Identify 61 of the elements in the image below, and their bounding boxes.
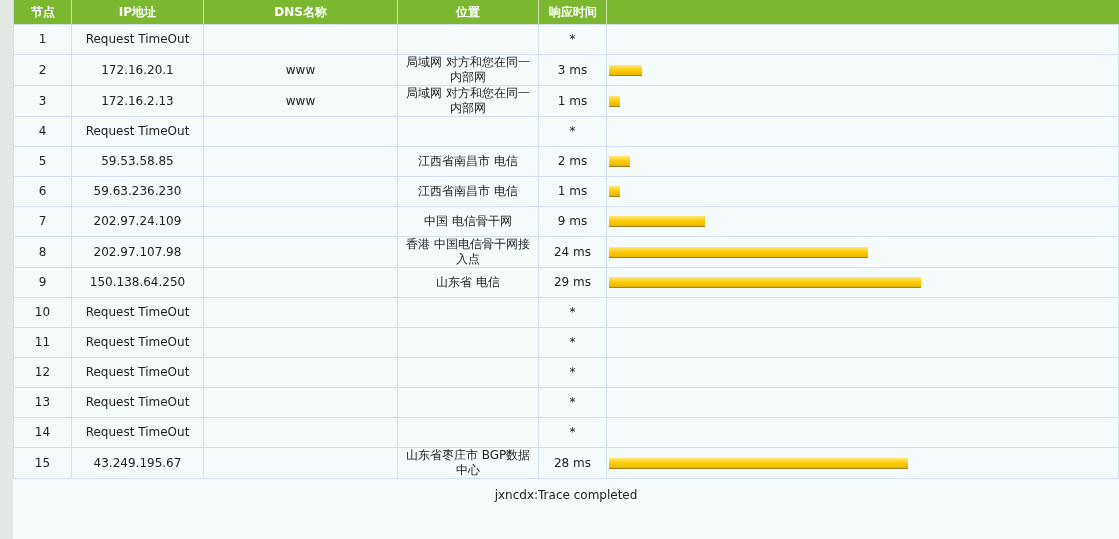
ip-address: 172.16.2.13 (101, 93, 174, 108)
hop-number: 10 (34, 305, 51, 319)
hop-number: 4 (38, 124, 47, 138)
ip-address: 202.97.107.98 (93, 244, 182, 259)
response-time: 2 ms (557, 154, 588, 168)
hop-number: 14 (34, 425, 51, 439)
response-time: 29 ms (554, 275, 591, 289)
ip-address: Request TimeOut (85, 365, 190, 379)
hop-number: 15 (34, 455, 51, 470)
response-time: * (569, 32, 576, 46)
column-header: 位置 (397, 0, 539, 25)
ip-address: 150.138.64.250 (89, 275, 186, 289)
hop-number: 3 (38, 93, 47, 108)
ip-address: Request TimeOut (85, 124, 190, 138)
response-time: * (569, 305, 576, 319)
location: 山东省枣庄市 BGP数据中心 (404, 448, 532, 478)
response-time: * (569, 124, 576, 138)
location: 香港 中国电信骨干网接入点 (405, 237, 531, 267)
response-time: 24 ms (554, 244, 591, 259)
ip-address: Request TimeOut (85, 305, 190, 319)
hop-number: 5 (38, 154, 47, 168)
ip-address: 59.53.58.85 (101, 154, 174, 168)
ip-address: Request TimeOut (85, 335, 190, 349)
hop-number: 7 (38, 214, 47, 228)
response-time: 3 ms (557, 62, 588, 77)
status-text: jxncdx:Trace completed (494, 488, 638, 502)
hop-number: 6 (38, 184, 47, 198)
ip-address: 59.63.236.230 (93, 184, 182, 198)
ip-address: Request TimeOut (85, 32, 190, 46)
ip-address: Request TimeOut (85, 395, 190, 409)
location: 中国 电信骨干网 (424, 214, 512, 229)
response-time: * (569, 395, 576, 409)
ip-address: Request TimeOut (85, 425, 190, 439)
column-header: IP地址 (71, 0, 204, 25)
response-time: 28 ms (554, 455, 591, 470)
hop-number: 12 (34, 365, 51, 379)
location: 局域网 对方和您在同一内部网 (405, 86, 531, 116)
dns-name: www (285, 62, 316, 77)
response-time: * (569, 425, 576, 439)
location: 江西省南昌市 电信 (418, 184, 518, 199)
response-time: 9 ms (557, 214, 588, 228)
response-time: * (569, 365, 576, 379)
response-time: 1 ms (557, 93, 588, 108)
column-header: DNS名称 (203, 0, 398, 25)
ip-address: 202.97.24.109 (93, 214, 182, 228)
ip-address: 43.249.195.67 (93, 455, 182, 470)
column-header: 节点 (13, 0, 72, 25)
location: 山东省 电信 (436, 275, 500, 290)
response-time: 1 ms (557, 184, 588, 198)
hop-number: 8 (38, 244, 47, 259)
hop-number: 2 (38, 62, 47, 77)
hop-number: 11 (34, 335, 51, 349)
hop-number: 9 (38, 275, 47, 289)
response-time: * (569, 335, 576, 349)
hop-number: 1 (38, 32, 47, 46)
location: 江西省南昌市 电信 (418, 154, 518, 169)
ip-address: 172.16.20.1 (101, 62, 174, 77)
hop-number: 13 (34, 395, 51, 409)
dns-name: www (285, 93, 316, 108)
location: 局域网 对方和您在同一内部网 (405, 55, 531, 85)
column-header: 响应时间 (538, 0, 607, 25)
